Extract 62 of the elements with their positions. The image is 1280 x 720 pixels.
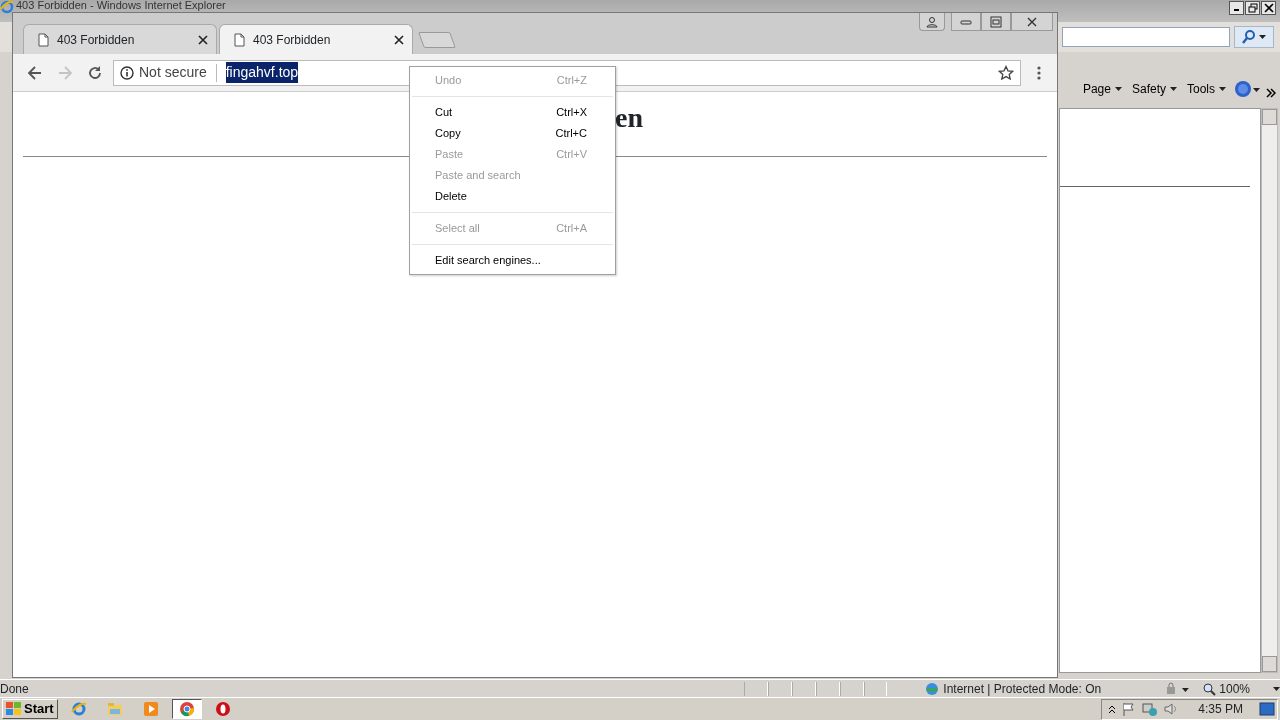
menu-button[interactable]: Page xyxy=(1080,80,1124,98)
security-zone: Internet | Protected Mode: On xyxy=(943,680,1103,698)
caret-icon xyxy=(1219,87,1226,91)
page-icon xyxy=(234,32,245,47)
help-icon[interactable] xyxy=(1234,80,1260,98)
globe-icon xyxy=(925,681,940,696)
menu-item[interactable]: Cut Ctrl+X xyxy=(410,102,615,123)
search-button[interactable] xyxy=(1234,26,1274,48)
menu-button[interactable]: Tools xyxy=(1185,80,1228,98)
caret-icon xyxy=(1259,35,1266,39)
windows-flag-icon xyxy=(6,702,22,716)
restore-button[interactable] xyxy=(1245,1,1260,15)
browser-icon xyxy=(70,701,87,717)
menu-item[interactable]: Copy Ctrl+C xyxy=(410,123,615,144)
menu-item[interactable]: Edit search engines... xyxy=(410,250,615,271)
chevrons-icon[interactable] xyxy=(1266,88,1276,98)
maximize-icon xyxy=(990,15,1002,28)
caret-icon xyxy=(1170,87,1177,91)
speaker-icon[interactable] xyxy=(1164,702,1179,716)
browser-icon xyxy=(214,701,231,717)
tab[interactable]: 403 Forbidden xyxy=(23,24,217,54)
window-title: 403 Forbidden - Windows Internet Explorer xyxy=(15,0,226,11)
clock: 4:35 PM xyxy=(1198,701,1243,718)
play-icon xyxy=(142,701,159,717)
close-icon[interactable] xyxy=(198,34,208,45)
chevron-icon[interactable] xyxy=(1108,704,1117,714)
close-icon xyxy=(1263,3,1274,13)
url-text: fingahvf.top xyxy=(225,62,299,83)
page-icon xyxy=(38,32,49,47)
close-icon[interactable] xyxy=(394,34,404,45)
forward-arrow-icon xyxy=(56,63,74,82)
profile-button[interactable] xyxy=(919,13,945,31)
tab[interactable]: 403 Forbidden xyxy=(219,24,413,54)
search-icon xyxy=(1242,30,1256,44)
menu-button[interactable]: Safety xyxy=(1129,80,1179,98)
person-icon xyxy=(926,15,938,28)
info-icon[interactable] xyxy=(120,65,134,80)
close-icon xyxy=(1026,15,1038,28)
start-button[interactable]: Start xyxy=(2,699,58,719)
zoom-icon xyxy=(1202,681,1217,696)
caret-icon xyxy=(1273,686,1280,691)
ie-logo-icon xyxy=(0,0,14,14)
page-heading: en xyxy=(615,102,643,134)
folder-icon xyxy=(106,701,123,717)
zoom-button[interactable]: 100% xyxy=(1202,679,1280,698)
minimize-button[interactable] xyxy=(1229,1,1244,15)
flag-icon[interactable] xyxy=(1122,702,1137,716)
scrollbar[interactable] xyxy=(1261,108,1278,673)
status-text: Done xyxy=(0,680,29,698)
browser-icon xyxy=(178,701,195,717)
taskbar-button[interactable] xyxy=(171,699,202,719)
security-label: Not secure xyxy=(139,63,207,82)
back-arrow-icon xyxy=(26,63,44,82)
caret-icon xyxy=(1114,87,1122,91)
star-icon[interactable] xyxy=(998,64,1014,81)
dots-icon xyxy=(1037,65,1041,80)
close-button[interactable] xyxy=(1261,1,1276,15)
search-field[interactable] xyxy=(1062,27,1230,47)
restore-icon xyxy=(1247,3,1258,13)
menu-item[interactable]: Delete xyxy=(410,186,615,207)
close-button[interactable] xyxy=(1011,13,1053,31)
maximize-button[interactable] xyxy=(981,13,1011,31)
